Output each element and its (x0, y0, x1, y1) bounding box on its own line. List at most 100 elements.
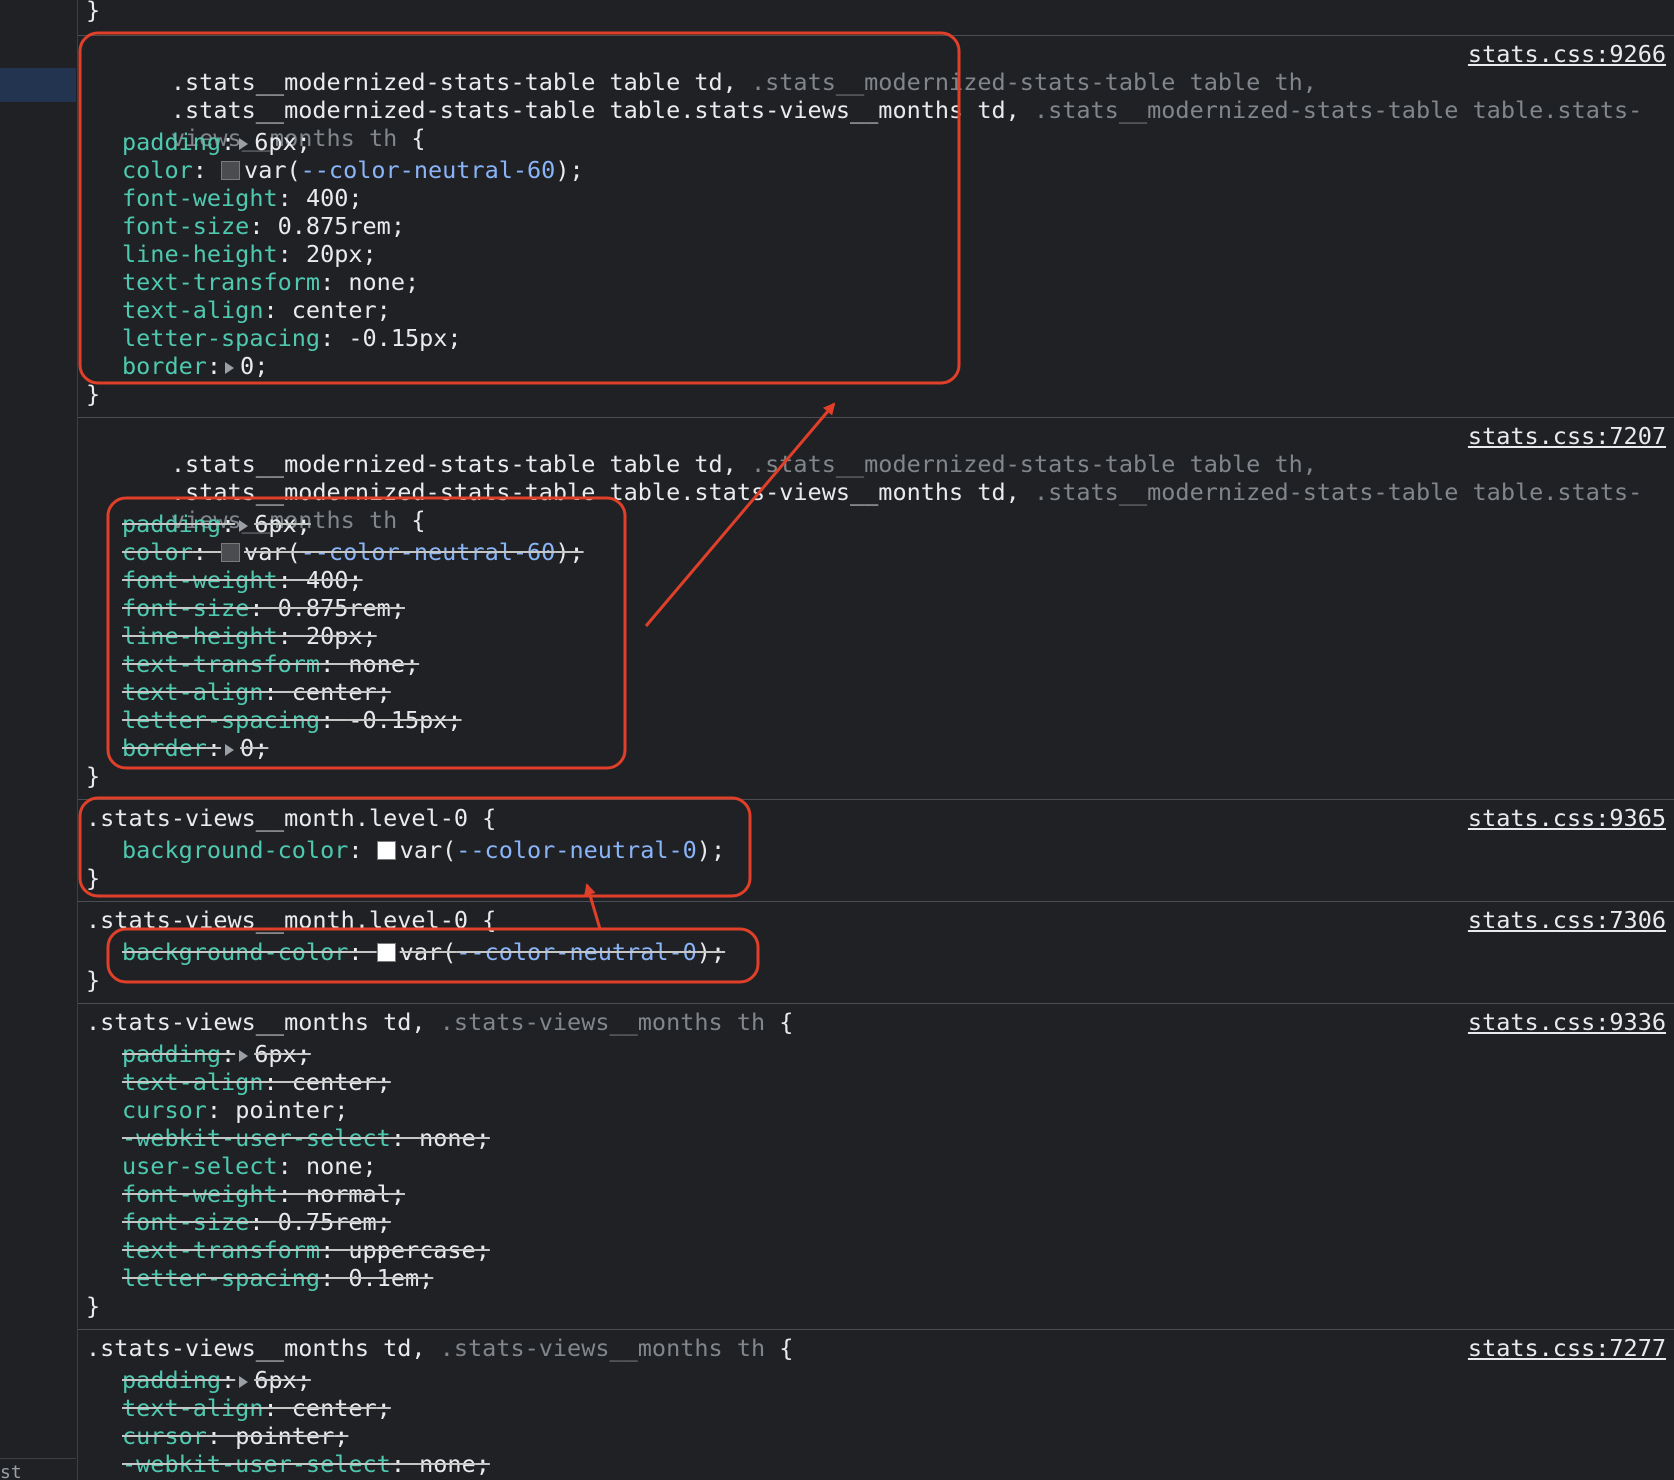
property-value: pointer (235, 1422, 335, 1450)
expand-triangle-icon[interactable] (239, 1375, 249, 1388)
css-variable[interactable]: --color-neutral-60 (301, 538, 556, 566)
property-name: border (122, 352, 207, 380)
property-value: -0.15px (348, 706, 448, 734)
source-link[interactable]: stats.css:9336 (1468, 1008, 1666, 1036)
property-name: color (122, 156, 193, 184)
expand-triangle-icon[interactable] (225, 743, 235, 756)
css-rule-9336: .stats-views__months td, .stats-views__m… (78, 1003, 1674, 1329)
declaration-color[interactable]: color: var(--color-neutral-60); (122, 156, 584, 184)
css-variable[interactable]: --color-neutral-0 (456, 938, 697, 966)
property-value: none (348, 268, 405, 296)
property-name: text-transform (122, 1236, 321, 1264)
declaration-line-height-overridden[interactable]: line-height: 20px; (122, 622, 377, 650)
declaration-cursor-overridden[interactable]: cursor: pointer; (122, 1422, 348, 1450)
property-value: center (291, 296, 377, 324)
declaration-font-weight-overridden[interactable]: font-weight: normal; (122, 1180, 405, 1208)
declaration-text-align[interactable]: text-align: center; (122, 296, 391, 324)
css-rule-9365: .stats-views__month.level-0 { stats.css:… (78, 799, 1674, 901)
expand-triangle-icon[interactable] (225, 361, 235, 374)
property-name: border (122, 734, 207, 762)
expand-triangle-icon[interactable] (239, 519, 249, 532)
property-value: 0.1em (348, 1264, 420, 1292)
declaration-font-size-overridden[interactable]: font-size: 0.75rem; (122, 1208, 391, 1236)
gutter-divider (0, 1458, 76, 1459)
declaration-border-overridden[interactable]: border: 0; (122, 734, 268, 762)
source-link[interactable]: stats.css:9365 (1468, 804, 1666, 832)
rule-selector[interactable]: .stats-views__month.level-0 { (86, 906, 496, 934)
declaration-font-weight-overridden[interactable]: font-weight: 400; (122, 566, 363, 594)
declaration-text-align-overridden[interactable]: text-align: center; (122, 678, 391, 706)
declaration-text-align-overridden[interactable]: text-align: center; (122, 1068, 391, 1096)
declaration-padding[interactable]: padding: 6px; (122, 128, 311, 156)
property-name: letter-spacing (122, 706, 321, 734)
rule-selector-line-3[interactable]: views__months th { (86, 478, 426, 534)
declaration-letter-spacing-overridden[interactable]: letter-spacing: 0.1em; (122, 1264, 433, 1292)
property-value: -0.15px (348, 324, 448, 352)
declaration-cursor[interactable]: cursor: pointer; (122, 1096, 348, 1124)
property-value: 6px (254, 1366, 297, 1394)
declaration-padding-overridden[interactable]: padding: 6px; (122, 1366, 311, 1394)
property-name: -webkit-user-select (122, 1450, 391, 1478)
declaration-webkit-user-select-overridden[interactable]: -webkit-user-select: none; (122, 1124, 490, 1152)
declaration-user-select[interactable]: user-select: none; (122, 1152, 377, 1180)
declaration-text-transform-overridden[interactable]: text-transform: uppercase; (122, 1236, 490, 1264)
property-value: 20px (305, 622, 363, 650)
css-rule-7277: .stats-views__months td, .stats-views__m… (78, 1329, 1674, 1480)
declaration-webkit-user-select-overridden[interactable]: -webkit-user-select: none; (122, 1450, 490, 1478)
declaration-text-align-overridden[interactable]: text-align: center; (122, 1394, 391, 1422)
declaration-background-color[interactable]: background-color: var(--color-neutral-0)… (122, 836, 725, 864)
css-variable[interactable]: --color-neutral-0 (456, 836, 697, 864)
source-link[interactable]: stats.css:7277 (1468, 1334, 1666, 1362)
property-name: padding (122, 1366, 222, 1394)
selector-active: .stats-views__month.level-0 { (86, 906, 497, 934)
expand-triangle-icon[interactable] (239, 1049, 249, 1062)
color-swatch-icon[interactable] (221, 543, 241, 562)
property-name: line-height (122, 622, 278, 650)
declaration-letter-spacing-overridden[interactable]: letter-spacing: -0.15px; (122, 706, 462, 734)
css-variable[interactable]: --color-neutral-60 (301, 156, 556, 184)
property-name: font-weight (122, 1180, 278, 1208)
property-value: 0 (240, 352, 255, 380)
close-brace: } (86, 864, 101, 892)
selector-active: .stats-views__month.level-0 { (86, 804, 497, 832)
declaration-font-weight[interactable]: font-weight: 400; (122, 184, 363, 212)
property-name: text-align (122, 1394, 264, 1422)
property-value: 6px (254, 128, 297, 156)
property-name: text-align (122, 678, 264, 706)
rule-selector-line-1[interactable]: .stats__modernized-stats-table table td,… (86, 40, 1317, 96)
declaration-background-color-overridden[interactable]: background-color: var(--color-neutral-0)… (122, 938, 725, 966)
property-value: 400 (305, 184, 349, 212)
rule-selector-line-3[interactable]: views__months th { (86, 96, 426, 152)
property-name: -webkit-user-select (122, 1124, 391, 1152)
declaration-color-overridden[interactable]: color: var(--color-neutral-60); (122, 538, 584, 566)
rule-selector-line-2[interactable]: .stats__modernized-stats-table table.sta… (86, 450, 1642, 506)
declaration-padding-overridden[interactable]: padding: 6px; (122, 1040, 311, 1068)
rule-selector-line-1[interactable]: .stats__modernized-stats-table table td,… (86, 422, 1317, 478)
declaration-font-size-overridden[interactable]: font-size: 0.875rem; (122, 594, 405, 622)
close-brace: } (86, 1292, 101, 1320)
expand-triangle-icon[interactable] (239, 137, 249, 150)
declaration-font-size[interactable]: font-size: 0.875rem; (122, 212, 405, 240)
selected-node-highlight[interactable] (0, 68, 76, 102)
selector-inactive: .stats__modernized-stats-table table.sta… (1019, 96, 1643, 124)
declaration-text-transform-overridden[interactable]: text-transform: none; (122, 650, 419, 678)
property-value: 0.75rem (277, 1208, 377, 1236)
declaration-padding-overridden[interactable]: padding: 6px; (122, 510, 311, 538)
declaration-border[interactable]: border: 0; (122, 352, 268, 380)
property-name: font-weight (122, 184, 278, 212)
declaration-letter-spacing[interactable]: letter-spacing: -0.15px; (122, 324, 462, 352)
rule-selector[interactable]: .stats-views__months td, .stats-views__m… (86, 1334, 793, 1362)
selector-active: .stats-views__months td, (86, 1334, 426, 1362)
rule-selector-line-2[interactable]: .stats__modernized-stats-table table.sta… (86, 68, 1642, 124)
color-swatch-icon[interactable] (376, 841, 396, 860)
rule-selector[interactable]: .stats-views__month.level-0 { (86, 804, 496, 832)
source-link[interactable]: stats.css:7306 (1468, 906, 1666, 934)
source-link[interactable]: stats.css:7207 (1468, 422, 1666, 450)
rule-selector[interactable]: .stats-views__months td, .stats-views__m… (86, 1008, 793, 1036)
color-swatch-icon[interactable] (376, 943, 396, 962)
declaration-line-height[interactable]: line-height: 20px; (122, 240, 377, 268)
open-brace: { (397, 506, 426, 534)
declaration-text-transform[interactable]: text-transform: none; (122, 268, 419, 296)
color-swatch-icon[interactable] (221, 161, 241, 180)
source-link[interactable]: stats.css:9266 (1468, 40, 1666, 68)
